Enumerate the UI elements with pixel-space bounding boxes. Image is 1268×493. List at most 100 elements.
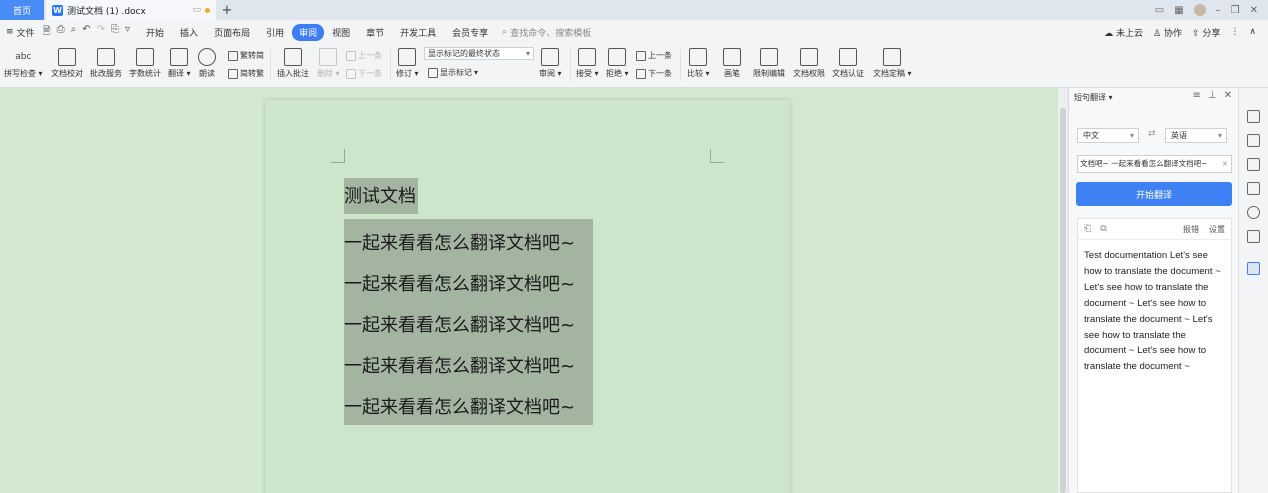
document-page[interactable]: 测试文档 一起来看看怎么翻译文档吧~ 一起来看看怎么翻译文档吧~ 一起来看看怎么… [265, 100, 790, 493]
book-icon[interactable] [1247, 230, 1260, 243]
customize-icon[interactable]: ▿ [125, 24, 130, 41]
word-count-label: 字数统计 [129, 69, 161, 78]
settings-link[interactable]: 设置 [1209, 224, 1225, 235]
layout-icon[interactable]: ▭ [1155, 5, 1164, 16]
batch-service-button[interactable]: 批改服务 [90, 48, 122, 79]
document-line[interactable]: 一起来看看怎么翻译文档吧~ [344, 352, 576, 378]
new-tab-button[interactable]: + [216, 0, 238, 20]
pin-icon[interactable]: ⊥ [1208, 90, 1217, 101]
menu-view[interactable]: 视图 [324, 24, 358, 41]
menu-chapter[interactable]: 章节 [358, 24, 392, 41]
translation-result: ⎗ ⧉ 报错 设置 Test documentation Let's see h… [1077, 218, 1232, 493]
share-button[interactable]: ⇪ 分享 [1192, 26, 1220, 39]
filter-icon[interactable] [1247, 158, 1260, 171]
more-icon[interactable]: ⋮ [1230, 27, 1239, 37]
copy-result-icon[interactable]: ⧉ [1100, 224, 1106, 234]
panel-title[interactable]: 短句翻译 ▾ [1074, 92, 1113, 103]
trad-to-simp-button[interactable]: 繁转简 [228, 50, 264, 61]
save-icon[interactable]: 🗎 [43, 24, 51, 41]
document-line[interactable]: 一起来看看怎么翻译文档吧~ [344, 270, 576, 296]
doc-permission-button[interactable]: 文档权限 [793, 48, 825, 79]
translate-panel-icon[interactable] [1247, 262, 1260, 275]
review-pane-icon [541, 48, 560, 66]
word-doc-icon: W [52, 4, 63, 16]
document-line[interactable]: 一起来看看怎么翻译文档吧~ [344, 393, 576, 419]
minimize-icon[interactable]: – [1216, 5, 1221, 16]
close-panel-icon[interactable]: ✕ [1224, 90, 1232, 101]
spell-check-button[interactable]: abc 拼写检查 ▾ [4, 48, 43, 79]
file-menu[interactable]: ≡ 文件 [6, 26, 35, 39]
next-change-button[interactable]: 下一条 [636, 68, 672, 79]
menu-reference[interactable]: 引用 [258, 24, 292, 41]
pen-button[interactable]: 画笔 [723, 48, 741, 79]
document-title-line[interactable]: 测试文档 [344, 178, 418, 214]
show-markup-button[interactable]: 显示标记 ▾ [428, 67, 478, 78]
track-changes-button[interactable]: 修订 ▾ [396, 48, 419, 79]
doc-auth-button[interactable]: 文档认证 [832, 48, 864, 79]
swap-language-icon[interactable]: ⇄ [1148, 129, 1156, 139]
restrict-edit-button[interactable]: 限制编辑 [753, 48, 785, 79]
target-language-select[interactable]: 英语 [1165, 128, 1227, 143]
document-line[interactable]: 一起来看看怎么翻译文档吧~ [344, 311, 576, 337]
accept-button[interactable]: 接受 ▾ [576, 48, 599, 79]
preview-icon[interactable]: ⌕ [71, 24, 77, 41]
search-icon: ⌕ [502, 27, 508, 37]
location-icon[interactable] [1247, 206, 1260, 219]
source-text-input[interactable]: 文档吧~ 一起来看看怎么翻译文档吧~ × [1077, 155, 1232, 173]
finalize-button[interactable]: 文档定稿 ▾ [873, 48, 912, 79]
document-tab[interactable]: W 测试文档 (1) .docx ▭ [46, 0, 216, 20]
collapse-ribbon-icon[interactable]: ∧ [1249, 27, 1256, 37]
menu-member[interactable]: 会员专享 [444, 24, 496, 41]
right-tool-rail [1238, 88, 1268, 493]
format-painter-icon[interactable]: ⎘ [111, 24, 119, 41]
panel-menu-icon[interactable]: ≡ [1193, 90, 1201, 101]
doc-auth-icon [839, 48, 857, 66]
image-icon[interactable] [1247, 182, 1260, 195]
compare-button[interactable]: 比较 ▾ [687, 48, 710, 79]
restore-icon[interactable]: ❐ [1231, 5, 1240, 16]
avatar[interactable] [1193, 4, 1206, 16]
translate-button[interactable]: 翻译 ▾ [168, 48, 191, 79]
word-count-button[interactable]: 字数统计 [129, 48, 161, 79]
scrollbar-thumb[interactable] [1060, 108, 1066, 493]
insert-result-icon[interactable]: ⎗ [1084, 224, 1091, 234]
restrict-edit-icon [760, 48, 778, 66]
print-icon[interactable]: ⎙ [57, 24, 65, 41]
menu-devtools[interactable]: 开发工具 [392, 24, 444, 41]
edit-pen-icon[interactable] [1247, 110, 1260, 123]
menu-review[interactable]: 审阅 [292, 23, 325, 41]
vertical-scrollbar[interactable] [1058, 88, 1068, 493]
user-icon: ♙ [1153, 28, 1162, 39]
command-search[interactable]: ⌕ 查找命令、搜索模板 [502, 26, 591, 39]
cloud-status[interactable]: ☁ 未上云 [1104, 26, 1143, 39]
close-window-icon[interactable]: ✕ [1250, 5, 1258, 16]
menu-insert[interactable]: 插入 [172, 24, 206, 41]
prev-comment-button[interactable]: 上一条 [346, 50, 382, 61]
simp-to-trad-button[interactable]: 简转繁 [228, 68, 264, 79]
select-cursor-icon[interactable] [1247, 134, 1260, 147]
document-line[interactable]: 一起来看看怎么翻译文档吧~ [344, 229, 576, 255]
report-error-link[interactable]: 报错 [1183, 224, 1199, 235]
read-aloud-button[interactable]: 朗读 [198, 48, 216, 79]
redo-icon[interactable]: ↷ [97, 24, 105, 41]
start-translate-button[interactable]: 开始翻译 [1076, 182, 1232, 206]
menu-layout[interactable]: 页面布局 [206, 24, 258, 41]
tab-screen-icon[interactable]: ▭ [192, 5, 201, 15]
grid-icon[interactable]: ▦ [1174, 5, 1183, 16]
review-pane-button[interactable]: 审阅 ▾ [539, 48, 562, 79]
delete-label: 删除 [317, 69, 333, 78]
next-comment-button[interactable]: 下一条 [346, 68, 382, 79]
proofread-button[interactable]: 文档校对 [51, 48, 83, 79]
markup-state-select[interactable]: 显示标记的最终状态 [424, 47, 534, 60]
clear-input-icon[interactable]: × [1221, 156, 1228, 172]
collab-button[interactable]: ♙ 协作 [1153, 26, 1182, 39]
menu-start[interactable]: 开始 [138, 24, 172, 41]
reject-button[interactable]: 拒绝 ▾ [606, 48, 629, 79]
undo-icon[interactable]: ↶ [82, 24, 90, 41]
delete-comment-button[interactable]: 删除 ▾ [317, 48, 340, 79]
source-language-select[interactable]: 中文 [1077, 128, 1139, 143]
document-canvas[interactable]: 测试文档 一起来看看怎么翻译文档吧~ 一起来看看怎么翻译文档吧~ 一起来看看怎么… [0, 88, 1058, 493]
insert-comment-button[interactable]: 插入批注 [277, 48, 309, 79]
prev-change-button[interactable]: 上一条 [636, 50, 672, 61]
home-tab[interactable]: 首页 [0, 0, 44, 20]
